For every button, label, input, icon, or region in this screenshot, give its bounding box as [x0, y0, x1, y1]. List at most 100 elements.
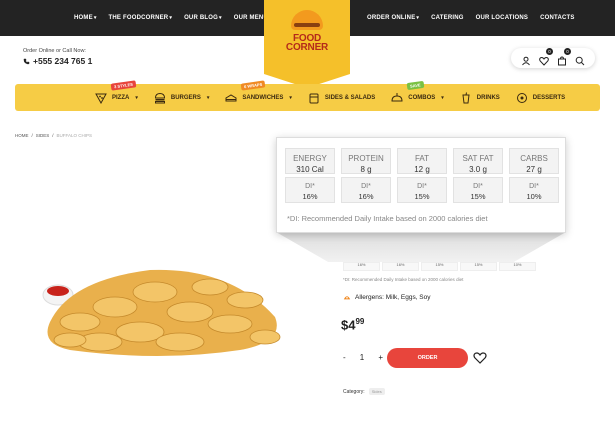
- burger-icon: [154, 92, 165, 103]
- nutrition-di-cell: DI* 16%: [285, 177, 335, 203]
- category-item-desserts[interactable]: DESSERTS: [516, 92, 565, 104]
- nutrition-name: SAT FAT: [462, 154, 494, 163]
- chevron-down-icon: ▾: [289, 94, 292, 101]
- breadcrumb: HOME / SIDES / BUFFALO CHIPS: [15, 133, 92, 138]
- top-nav-left: HOME▾ THE FOODCORNER▾ OUR BLOG▾ OUR MENU…: [74, 0, 272, 36]
- nutrition-value-cell: PROTEIN 8 g: [341, 148, 391, 174]
- category-item-burgers[interactable]: BURGERS ▾: [154, 92, 209, 104]
- chevron-down-icon: ▾: [93, 15, 97, 21]
- nutrition-value: 310 Cal: [296, 165, 324, 174]
- nutrition-col-protein: PROTEIN 8 g DI* 16%: [341, 148, 391, 203]
- search-icon[interactable]: [575, 53, 585, 66]
- nutrition-di-label: DI*: [361, 183, 371, 190]
- breadcrumb-current: BUFFALO CHIPS: [56, 133, 93, 138]
- nutrition-di-cell: DI* 15%: [453, 177, 503, 203]
- nav-contacts[interactable]: CONTACTS: [540, 15, 575, 21]
- contact-label: Order Online or Call Now:: [23, 48, 86, 54]
- order-button[interactable]: ORDER: [387, 348, 468, 368]
- nutrition-table-small: 16% 16% 15% 15% 10%: [343, 262, 536, 271]
- category-item-pizza[interactable]: PIZZA ▾ 3 STYLES: [95, 79, 138, 104]
- nutrition-value-cell: FAT 12 g: [397, 148, 447, 174]
- allergens-info: Allergens: Milk, Eggs, Soy: [343, 293, 431, 301]
- nutrition-name: CARBS: [520, 154, 548, 163]
- category-label: DESSERTS: [532, 94, 566, 101]
- nav-orderonline-label: ORDER ONLINE: [367, 15, 416, 21]
- magnifier-shadow: [276, 232, 566, 262]
- category-tag-badge: 3 STYLES: [110, 79, 137, 91]
- nutrition-di-value: 15%: [414, 192, 430, 201]
- contact-phone[interactable]: +555 234 765 1: [23, 56, 92, 66]
- chevron-down-icon: ▾: [441, 94, 444, 101]
- nav-ourblog[interactable]: OUR BLOG▾: [184, 15, 222, 21]
- product-image-chips: [42, 269, 281, 356]
- price-cents: 99: [355, 317, 365, 326]
- quantity-stepper: - 1 +: [343, 350, 383, 364]
- category-label: COMBOS: [408, 94, 436, 101]
- site-logo[interactable]: FOOD CORNER: [264, 0, 350, 88]
- category-item-combos[interactable]: COMBOS ▾ SAVE: [391, 80, 444, 104]
- nutrition-di-value: 16%: [358, 192, 374, 201]
- nav-thefoodcorner[interactable]: THE FOODCORNER▾: [109, 15, 173, 21]
- nutrition-di-label: DI*: [305, 183, 315, 190]
- wishlist-count-badge: 0: [546, 48, 553, 55]
- drink-icon: [462, 91, 470, 103]
- nutrition-zoom-popup: ENERGY 310 Cal DI* 16% PROTEIN 8 g DI* 16% FAT 12…: [276, 137, 566, 233]
- nutrition-value: 27 g: [526, 165, 542, 174]
- header-icons: 0 0: [511, 48, 595, 68]
- category-value[interactable]: Sides: [368, 388, 385, 395]
- allergen-icon: [343, 296, 351, 300]
- breadcrumb-sides[interactable]: SIDES: [36, 133, 50, 138]
- nav-ourmenu-label: OUR MENU: [233, 15, 268, 21]
- category-item-sandwiches[interactable]: SANDWICHES ▾ 6 WRAPS: [225, 79, 292, 104]
- breadcrumb-home[interactable]: HOME: [15, 133, 29, 138]
- product-category: Category: Sides: [343, 388, 385, 395]
- nutrition-value: 12 g: [414, 165, 430, 174]
- user-icon[interactable]: [521, 53, 531, 66]
- nav-ourlocations[interactable]: OUR LOCATIONS: [476, 15, 529, 21]
- nav-catering[interactable]: CATERING: [431, 15, 464, 21]
- nutrition-small-cell: 16%: [382, 262, 419, 271]
- nav-home-label: HOME: [74, 15, 93, 21]
- salad-icon: [309, 93, 319, 103]
- nutrition-di-value: 16%: [302, 192, 318, 201]
- wishlist-icon[interactable]: 0: [539, 48, 553, 66]
- nutrition-value-cell: ENERGY 310 Cal: [285, 148, 335, 174]
- combo-icon: [391, 92, 403, 101]
- category-label: PIZZA: [112, 94, 130, 101]
- category-label: Category:: [343, 388, 365, 395]
- quantity-minus-button[interactable]: -: [343, 353, 346, 362]
- nav-home[interactable]: HOME▾: [74, 15, 97, 21]
- nutrition-di-label: DI*: [529, 183, 539, 190]
- nutrition-di-label: DI*: [473, 183, 483, 190]
- contact-phone-number: +555 234 765 1: [33, 56, 93, 66]
- chevron-down-icon: ▾: [416, 15, 420, 21]
- logo-text: FOOD CORNER: [264, 34, 350, 53]
- allergens-text: Allergens: Milk, Eggs, Soy: [355, 293, 431, 301]
- chevron-down-icon: ▾: [135, 94, 138, 101]
- nutrition-name: ENERGY: [293, 154, 327, 163]
- chevron-down-icon: ▾: [169, 15, 173, 21]
- nutrition-col-energy: ENERGY 310 Cal DI* 16%: [285, 148, 335, 203]
- burger-logo-icon: [291, 10, 323, 30]
- quantity-value[interactable]: 1: [360, 353, 364, 362]
- category-item-sides-salads[interactable]: SIDES & SALADS: [308, 92, 375, 104]
- nutrition-col-fat: FAT 12 g DI* 15%: [397, 148, 447, 203]
- nutrition-note: *DI: Recommended Daily Intake based on 2…: [287, 214, 488, 223]
- product-price: $499: [341, 317, 364, 332]
- nav-ourblog-label: OUR BLOG: [184, 15, 218, 21]
- pizza-icon: [95, 93, 107, 104]
- quantity-plus-button[interactable]: +: [378, 353, 383, 362]
- category-item-drinks[interactable]: DRINKS: [460, 91, 500, 104]
- nutrition-table: ENERGY 310 Cal DI* 16% PROTEIN 8 g DI* 16% FAT 12…: [285, 148, 559, 203]
- breadcrumb-separator: /: [52, 133, 54, 138]
- nutrition-note-small: *DI: Recommended Daily Intake based on 2…: [343, 277, 464, 282]
- wishlist-heart-icon[interactable]: [473, 351, 487, 365]
- nutrition-col-sat-fat: SAT FAT 3.0 g DI* 15%: [453, 148, 503, 203]
- phone-icon: [23, 58, 30, 64]
- cart-count-badge: 0: [564, 48, 571, 55]
- category-menu-bar: PIZZA ▾ 3 STYLES BURGERS ▾ SANDWICHES ▾ 6 WRAPS…: [15, 79, 600, 111]
- cart-icon[interactable]: 0: [557, 48, 571, 66]
- nav-orderonline[interactable]: ORDER ONLINE▾: [367, 15, 419, 21]
- nutrition-di-cell: DI* 10%: [509, 177, 559, 203]
- nutrition-di-cell: DI* 16%: [341, 177, 391, 203]
